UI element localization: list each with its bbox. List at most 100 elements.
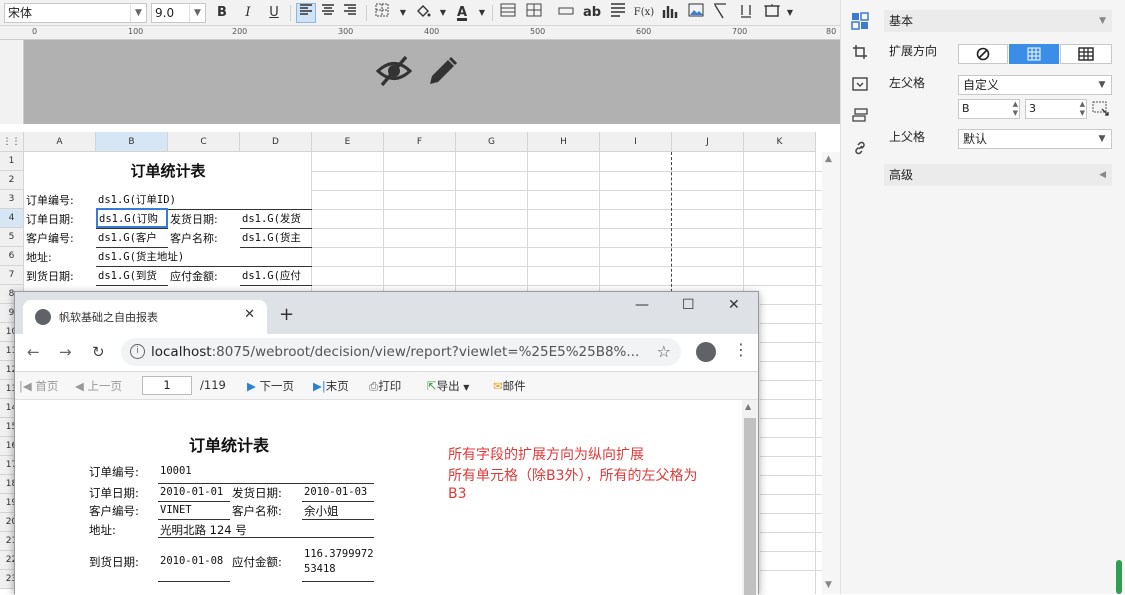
- star-icon[interactable]: ☆: [657, 342, 671, 361]
- pencil-icon[interactable]: [426, 54, 458, 96]
- chevron-down-icon[interactable]: ▼: [825, 580, 832, 590]
- chart-button[interactable]: [660, 3, 680, 23]
- align-center-button[interactable]: [318, 3, 338, 23]
- chevron-up-icon[interactable]: ▲: [745, 402, 751, 411]
- left-parent-select[interactable]: 自定义 ▼: [958, 75, 1112, 95]
- align-right-button[interactable]: [340, 3, 360, 23]
- border-button[interactable]: [372, 3, 392, 23]
- row-header[interactable]: 5: [0, 228, 24, 247]
- prev-page-button[interactable]: ◀ 上一页: [75, 378, 122, 394]
- paragraph-button[interactable]: [608, 3, 628, 23]
- cell-d5[interactable]: ds1.G(货主: [242, 229, 311, 248]
- split-cells-button[interactable]: [524, 3, 544, 23]
- bold-button[interactable]: B: [212, 3, 232, 23]
- page-number-input[interactable]: 1: [142, 376, 192, 395]
- forward-icon[interactable]: →: [59, 343, 72, 361]
- top-parent-select[interactable]: 默认 ▼: [958, 129, 1112, 149]
- text-button[interactable]: ab: [580, 3, 604, 23]
- preview-scrollbar-thumb[interactable]: [744, 418, 756, 595]
- hyperlink-tab[interactable]: [850, 140, 870, 160]
- next-page-button[interactable]: ▶ 下一页: [247, 378, 294, 394]
- cell-a7[interactable]: 到货日期:: [26, 267, 74, 286]
- italic-button[interactable]: I: [238, 3, 258, 23]
- export-button[interactable]: ⇱导出 ▼: [427, 378, 469, 394]
- maximize-icon[interactable]: ☐: [682, 297, 695, 313]
- row-header[interactable]: 1: [0, 152, 24, 171]
- cell-a3[interactable]: 订单编号:: [26, 191, 74, 210]
- underline-button[interactable]: U: [264, 3, 284, 23]
- insert-slash-button[interactable]: [556, 3, 576, 23]
- first-page-button[interactable]: |◀ 首页: [19, 378, 58, 394]
- cell-a4[interactable]: 订单日期:: [26, 210, 74, 229]
- column-header[interactable]: G: [456, 132, 528, 152]
- eye-hidden-icon[interactable]: [375, 54, 413, 96]
- back-icon[interactable]: ←: [27, 343, 40, 361]
- section-basic[interactable]: 基本 ▼: [884, 10, 1112, 32]
- row-header[interactable]: 7: [0, 266, 24, 285]
- clear-format-button[interactable]: [736, 3, 756, 23]
- chevron-down-icon[interactable]: ▼: [780, 3, 800, 23]
- more-menu-icon[interactable]: ⋮: [733, 341, 749, 359]
- chevron-up-icon[interactable]: ▲: [825, 154, 832, 164]
- cell-a6[interactable]: 地址:: [26, 248, 52, 267]
- cell-c5[interactable]: 客户名称:: [170, 229, 218, 248]
- column-header[interactable]: E: [312, 132, 384, 152]
- chevron-down-icon[interactable]: ▼: [472, 3, 492, 23]
- column-header[interactable]: K: [744, 132, 816, 152]
- cell-b5[interactable]: ds1.G(客户: [98, 229, 167, 248]
- font-color-button[interactable]: A: [452, 3, 472, 23]
- expand-none-option[interactable]: [958, 44, 1008, 64]
- reload-icon[interactable]: ↻: [92, 343, 105, 361]
- info-icon[interactable]: i: [130, 344, 145, 359]
- spinner-arrows-icon[interactable]: ▲ ▼: [1013, 100, 1018, 118]
- slash-button[interactable]: [710, 3, 730, 23]
- left-parent-row-input[interactable]: 3 ▲ ▼: [1025, 99, 1087, 119]
- row-header[interactable]: 6: [0, 247, 24, 266]
- cell-c7[interactable]: 应付金额:: [170, 267, 218, 286]
- column-header[interactable]: F: [384, 132, 456, 152]
- row-header[interactable]: 3: [0, 190, 24, 209]
- formula-button[interactable]: F(x): [632, 3, 656, 23]
- browser-tab[interactable]: 帆软基础之自由报表 ✕: [23, 300, 267, 334]
- new-tab-icon[interactable]: +: [279, 304, 294, 325]
- style-tab[interactable]: [850, 44, 870, 64]
- row-header[interactable]: 2: [0, 171, 24, 190]
- grid-scrollbar[interactable]: ▲ ▼: [822, 152, 840, 594]
- last-page-button[interactable]: ▶|末页: [313, 378, 349, 394]
- expand-horizontal-option[interactable]: [1060, 44, 1112, 64]
- url-bar[interactable]: i localhost:8075/webroot/decision/view/r…: [121, 338, 681, 366]
- column-header[interactable]: C: [168, 132, 240, 152]
- font-family-select[interactable]: 宋体 ▼: [4, 3, 147, 23]
- close-window-icon[interactable]: ✕: [728, 297, 740, 313]
- cell-frame-button[interactable]: [762, 3, 782, 23]
- cell-d4[interactable]: ds1.G(发货: [242, 210, 311, 229]
- left-parent-column-input[interactable]: B ▲ ▼: [958, 99, 1020, 119]
- column-header[interactable]: I: [600, 132, 672, 152]
- cell-b6[interactable]: ds1.G(货主地址): [98, 248, 184, 267]
- widget-tab[interactable]: [850, 76, 870, 96]
- row-header[interactable]: 4: [0, 209, 24, 228]
- print-button[interactable]: ⎙打印: [369, 378, 401, 394]
- image-button[interactable]: [686, 3, 706, 23]
- report-title-cell[interactable]: 订单统计表: [24, 152, 312, 191]
- close-tab-icon[interactable]: ✕: [244, 307, 255, 322]
- fill-color-button[interactable]: [413, 3, 433, 23]
- align-left-button[interactable]: [296, 3, 316, 23]
- column-header[interactable]: H: [528, 132, 600, 152]
- profile-avatar-icon[interactable]: [696, 342, 716, 362]
- cell-b7[interactable]: ds1.G(到货: [98, 267, 167, 286]
- cell-c4[interactable]: 发货日期:: [170, 210, 218, 229]
- chevron-down-icon[interactable]: ▼: [433, 3, 453, 23]
- column-header[interactable]: J: [672, 132, 744, 152]
- mail-button[interactable]: ✉邮件: [493, 378, 526, 394]
- column-header[interactable]: B: [96, 132, 168, 152]
- spinner-arrows-icon[interactable]: ▲ ▼: [1080, 100, 1085, 118]
- section-advanced[interactable]: 高级 ◀: [884, 164, 1112, 186]
- select-all-corner[interactable]: ⋮⋮: [0, 132, 24, 152]
- pick-cell-button[interactable]: [1092, 100, 1110, 121]
- chevron-down-icon[interactable]: ▼: [393, 3, 413, 23]
- font-size-select[interactable]: 9.0 ▼: [151, 3, 206, 23]
- cell-a5[interactable]: 客户编号:: [26, 229, 74, 248]
- cell-d7[interactable]: ds1.G(应付: [242, 267, 311, 286]
- merge-cells-button[interactable]: [498, 3, 518, 23]
